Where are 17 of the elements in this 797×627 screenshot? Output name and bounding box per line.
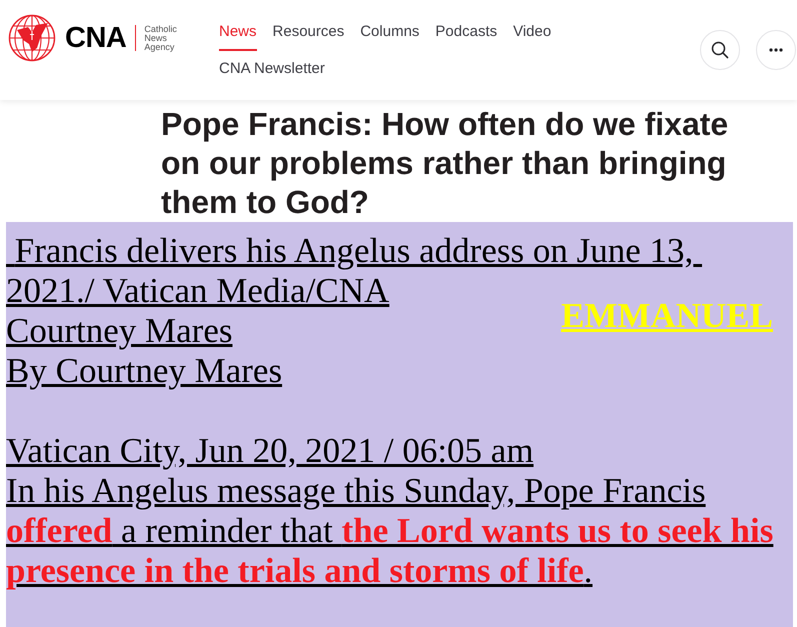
nav-link[interactable]: Columns [360, 22, 420, 51]
nav-link[interactable]: Video [513, 22, 552, 51]
byline: By Courtney Mares [6, 351, 282, 391]
article-body: In his Angelus message this Sunday, Pope Francis offered a reminder that the Lord wants us to seek his presence in the trials and storms of life. [6, 471, 774, 591]
dateline: Vatican City, Jun 20, 2021 / 06:05 am [6, 431, 534, 471]
article-title: Pope Francis: How often do we fixate on our problems rather than bringing them to God? [161, 105, 730, 222]
globe-logo-icon[interactable] [8, 14, 56, 62]
search-button[interactable] [700, 30, 740, 70]
search-icon [711, 41, 729, 59]
nav-link[interactable]: Resources [272, 22, 344, 51]
nav-link[interactable]: Podcasts [435, 22, 498, 51]
nav-link[interactable]: CNA Newsletter [219, 59, 325, 88]
photo-credit: Courtney Mares [6, 311, 232, 351]
nav-link[interactable]: News [219, 22, 257, 51]
logo-tagline[interactable]: Catholic News Agency [144, 24, 177, 52]
more-icon [769, 48, 783, 52]
logo-wordmark[interactable]: CNA [65, 24, 126, 52]
